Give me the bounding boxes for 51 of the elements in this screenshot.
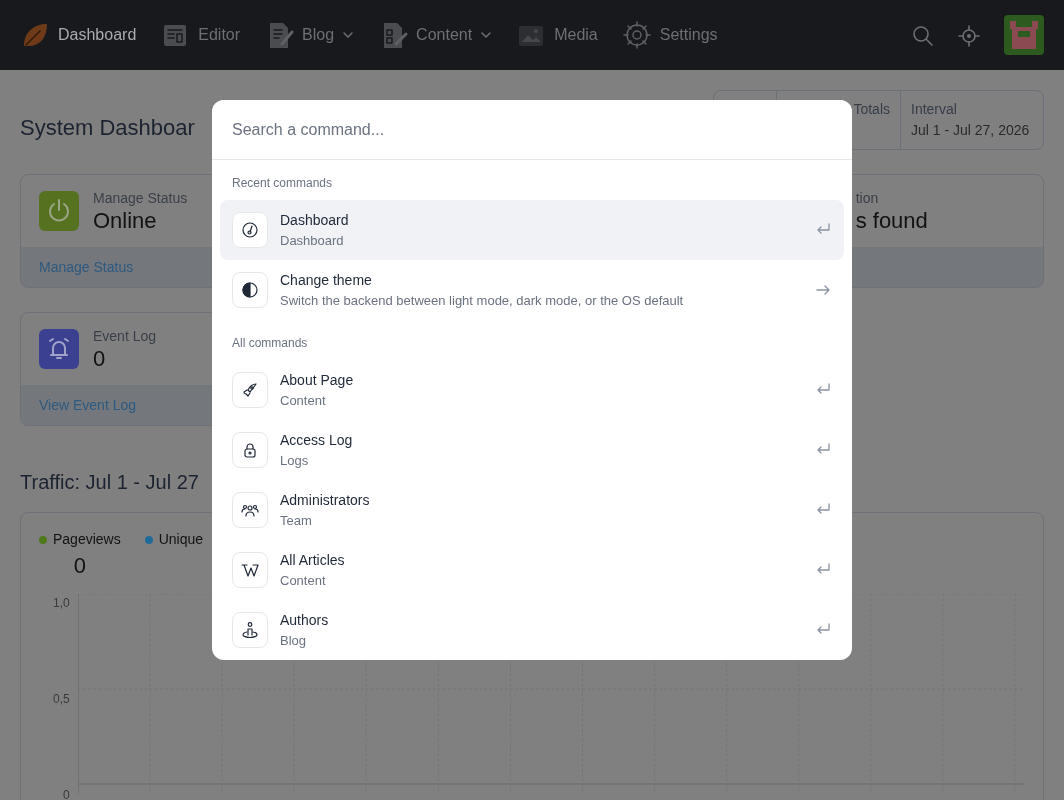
command-subtitle: Blog — [280, 631, 308, 650]
legend-label: Unique — [158, 530, 204, 549]
person-pin-icon — [241, 621, 259, 639]
command-subtitle: Dashboard — [280, 231, 345, 250]
summary-value: Jul 1 - Jul 27, 2026 — [911, 121, 1031, 140]
section-heading: All commands — [231, 335, 309, 352]
search-field[interactable]: Search a command... — [212, 100, 852, 160]
card-value: s found — [855, 209, 928, 234]
command-subtitle: Content — [280, 571, 327, 590]
legend-value: 0 — [72, 554, 87, 579]
gauge-icon — [241, 221, 259, 239]
command-title: Dashboard — [280, 210, 349, 230]
gear-icon — [621, 20, 652, 50]
chevron-down-icon — [342, 29, 355, 41]
nav-link[interactable]: Dashboard — [20, 20, 137, 50]
padlock-icon — [241, 441, 259, 459]
nav-link[interactable]: Settings — [621, 20, 718, 50]
section-heading: Recent commands — [231, 175, 334, 192]
command-title: Administrators — [280, 490, 370, 510]
chevron-down-icon — [480, 29, 493, 41]
command-title: Authors — [280, 610, 329, 630]
summary-label: Totals — [852, 100, 890, 119]
search-icon — [912, 24, 934, 47]
card-value: 0 — [93, 347, 107, 372]
command-subtitle: Logs — [280, 451, 310, 470]
command-title: All Articles — [280, 550, 345, 570]
axis-label: 0 — [62, 787, 70, 800]
w-logo-icon — [241, 561, 259, 579]
search-button[interactable] — [912, 23, 934, 47]
command-subtitle: Switch the backend between light mode, dark mode, or the OS default — [280, 291, 684, 310]
half-circle-icon — [241, 281, 259, 299]
summary-label: Interval — [911, 100, 958, 119]
card-label: tion — [855, 189, 880, 209]
page-title: System Dashboar — [20, 114, 195, 142]
axis-label: 0,5 — [52, 691, 70, 709]
nav-link[interactable]: Media — [516, 20, 598, 50]
locate-button[interactable] — [958, 23, 980, 47]
axis-label: 1,0 — [52, 595, 70, 613]
card-value: Online — [93, 209, 158, 234]
rocket-icon — [241, 381, 259, 399]
command-subtitle: Team — [280, 511, 313, 530]
card-label: Manage Status — [93, 189, 188, 209]
section-title: Traffic: Jul 1 - Jul 27 — [20, 470, 200, 494]
legend-label: Pageviews — [53, 530, 121, 549]
card-label: Event Log — [93, 327, 157, 347]
command-title: Change theme — [280, 270, 373, 290]
command-title: About Page — [280, 370, 354, 390]
command-title: Access Log — [280, 430, 353, 450]
command-item[interactable]: Dashboard Dashboard — [220, 200, 844, 260]
crosshair-icon — [958, 24, 980, 47]
command-subtitle: Content — [280, 391, 327, 410]
